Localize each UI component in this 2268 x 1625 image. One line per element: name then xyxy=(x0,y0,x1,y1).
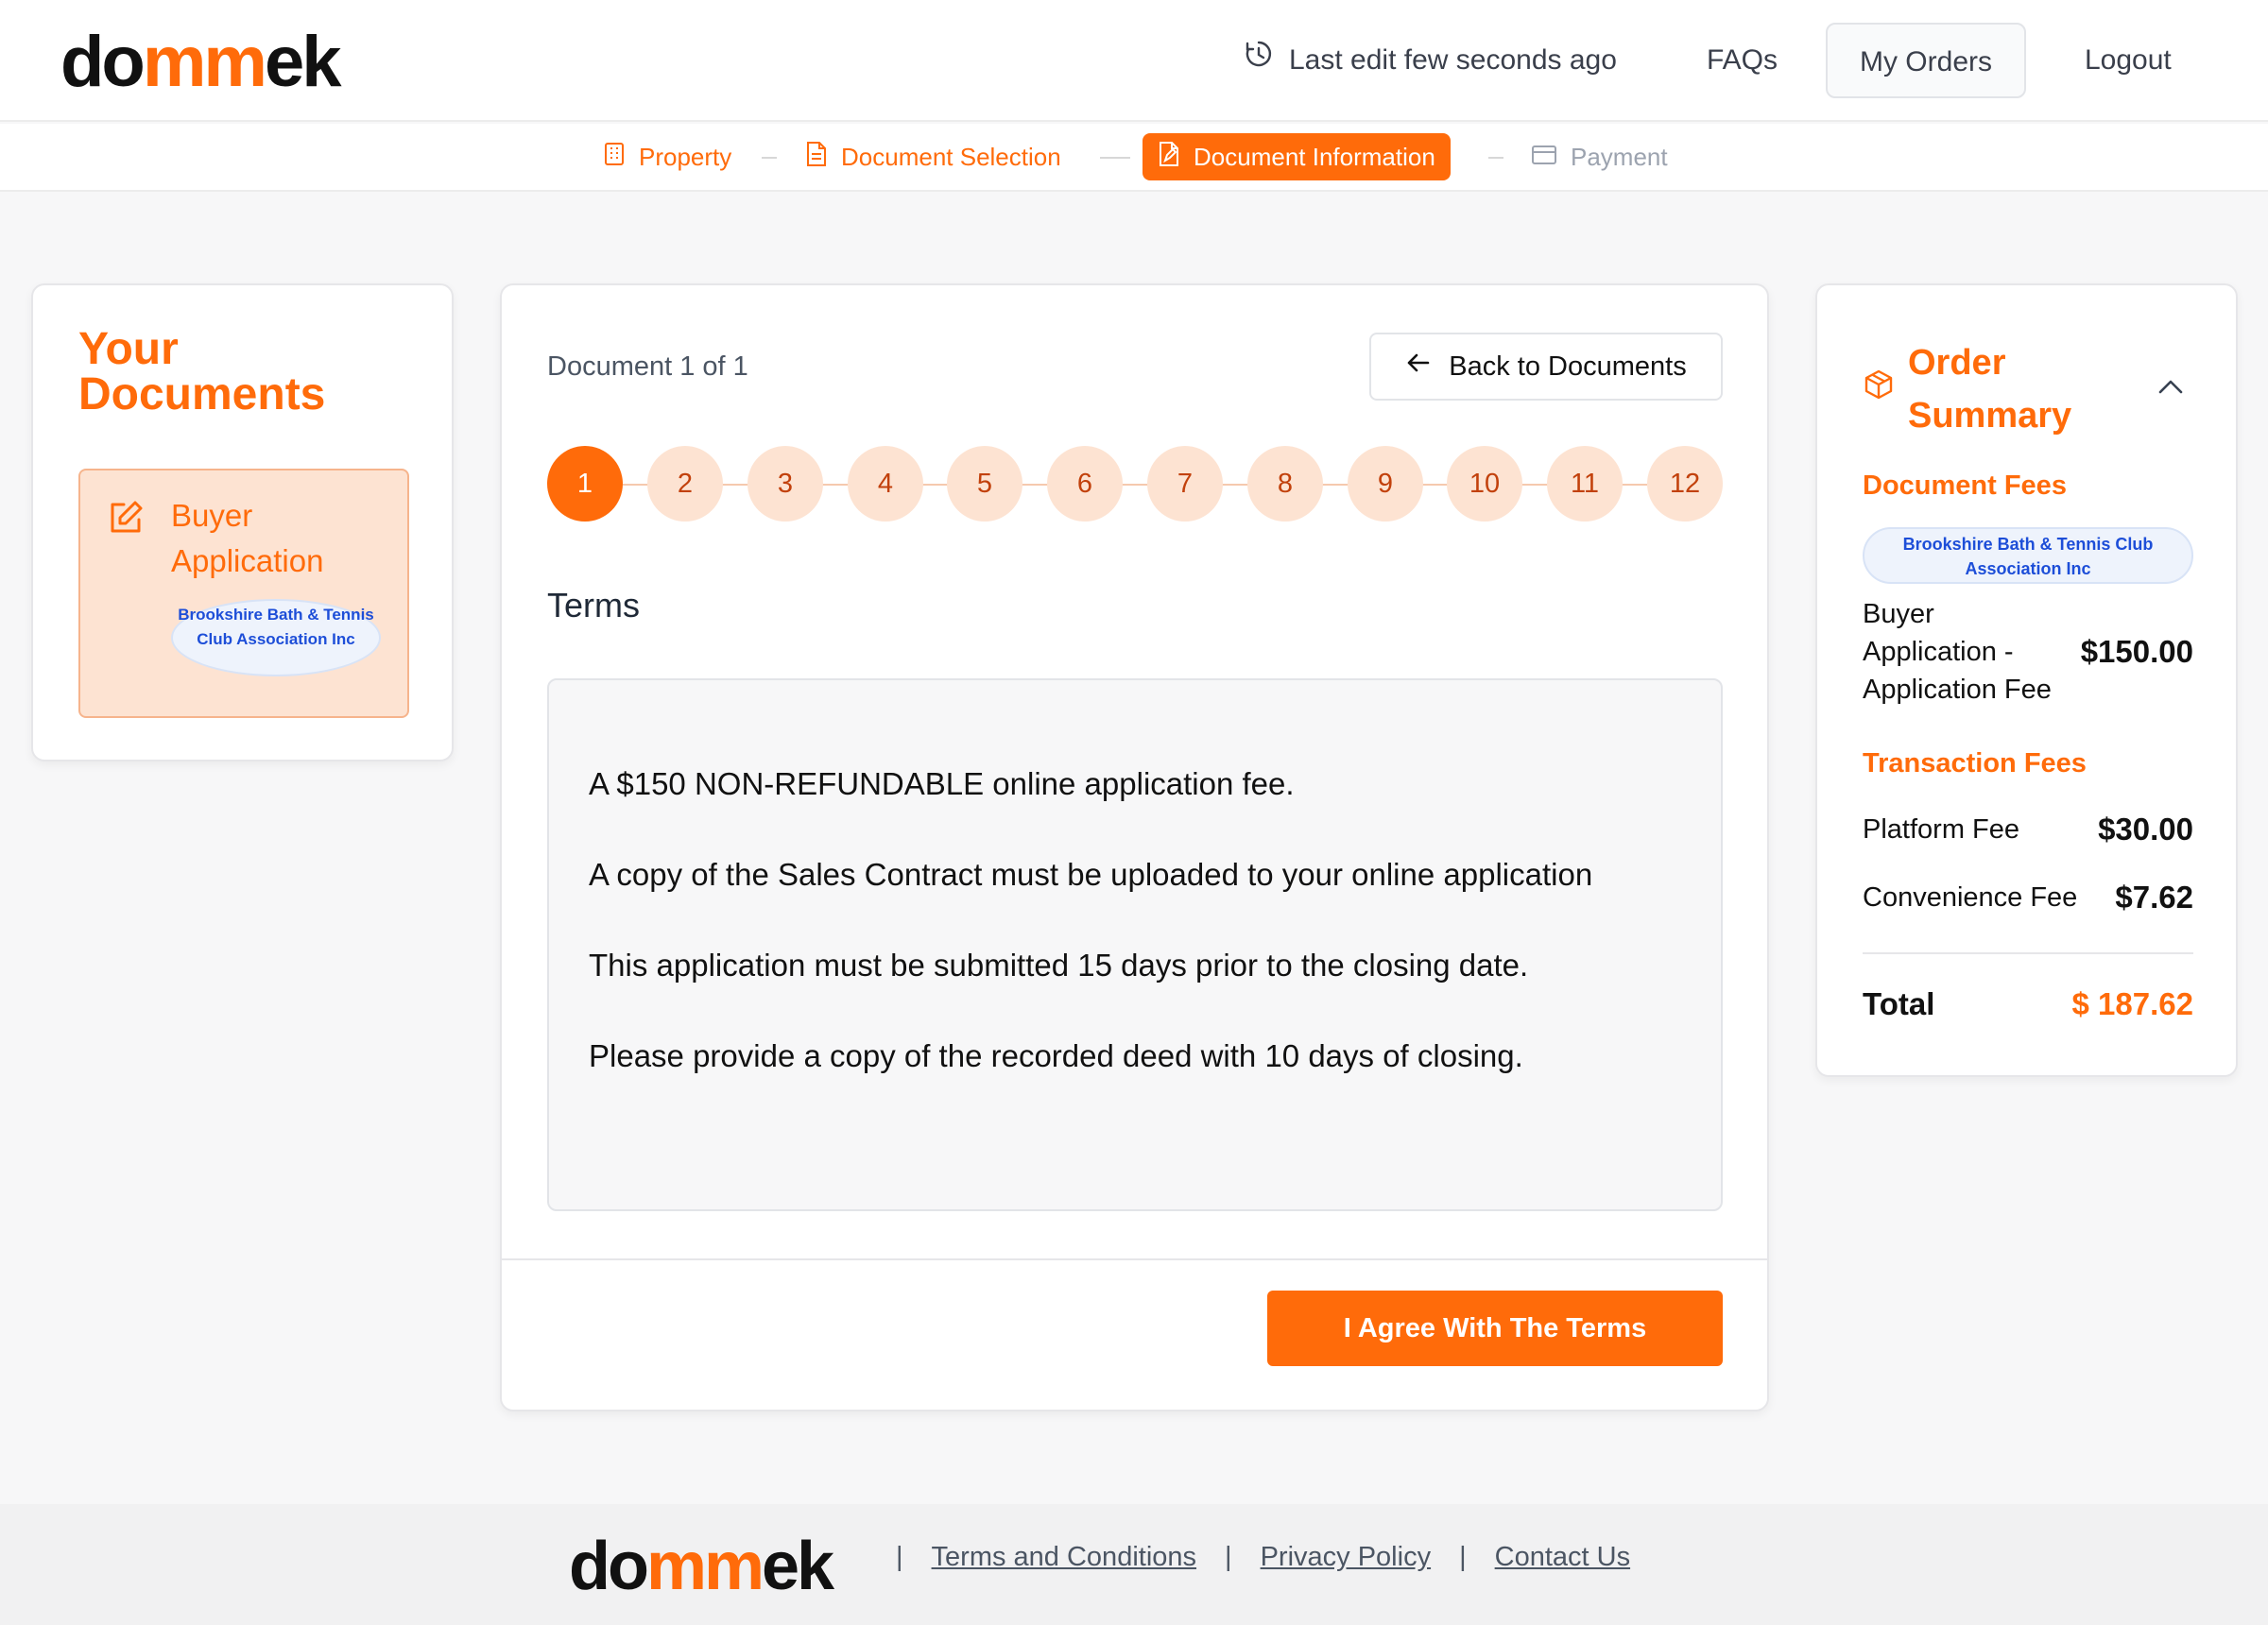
footer-logo[interactable]: dommek xyxy=(569,1532,834,1600)
total-label: Total xyxy=(1863,986,1935,1021)
step-label: Property xyxy=(639,142,732,171)
page-12-button[interactable]: 12 xyxy=(1647,446,1723,522)
page-7-button[interactable]: 7 xyxy=(1147,446,1223,522)
document-icon xyxy=(805,141,828,174)
footer-separator: | xyxy=(1459,1542,1467,1572)
page-2-button[interactable]: 2 xyxy=(647,446,723,522)
document-counter: Document 1 of 1 xyxy=(547,351,748,382)
document-name: Buyer Application xyxy=(171,498,324,578)
page-9-button[interactable]: 9 xyxy=(1348,446,1423,522)
convenience-fee-row: Convenience Fee $7.62 xyxy=(1863,879,2193,916)
step-separator xyxy=(762,157,777,159)
page-6-button[interactable]: 6 xyxy=(1047,446,1123,522)
page-4-button[interactable]: 4 xyxy=(848,446,923,522)
your-documents-panel: Your Documents Buyer Application Brooksh… xyxy=(31,283,454,761)
association-badge: Brookshire Bath & Tennis Club Associatio… xyxy=(1863,527,2193,584)
step-label: Payment xyxy=(1571,142,1668,171)
clock-icon xyxy=(1244,23,1274,98)
arrow-left-icon xyxy=(1405,350,1432,384)
my-orders-button[interactable]: My Orders xyxy=(1826,23,2026,98)
page-10-button[interactable]: 10 xyxy=(1447,446,1522,522)
divider xyxy=(1863,952,2193,954)
terms-paragraph: This application must be submitted 15 da… xyxy=(589,948,1529,983)
page-1-button[interactable]: 1 xyxy=(547,446,623,522)
fee-amount: $30.00 xyxy=(2098,812,2193,847)
step-label: Document Information xyxy=(1194,142,1435,171)
step-document-selection[interactable]: Document Selection xyxy=(790,133,1076,180)
fee-name: Convenience Fee xyxy=(1863,882,2078,913)
terms-paragraph: Please provide a copy of the recorded de… xyxy=(589,1038,1523,1073)
total-row: Total $ 187.62 xyxy=(1863,986,2193,1022)
divider xyxy=(502,1258,1767,1260)
back-button-label: Back to Documents xyxy=(1449,351,1687,382)
association-badge: Brookshire Bath & Tennis Club Associatio… xyxy=(171,599,381,676)
edit-icon xyxy=(107,499,145,541)
page-8-button[interactable]: 8 xyxy=(1247,446,1323,522)
document-edit-icon xyxy=(1158,141,1180,174)
last-edit-status: Last edit few seconds ago xyxy=(1244,23,1617,98)
terms-heading: Terms xyxy=(547,586,640,624)
credit-card-icon xyxy=(1531,143,1557,172)
fee-amount: $150.00 xyxy=(2080,634,2193,669)
chevron-up-icon[interactable] xyxy=(2157,378,2184,400)
document-fee-row: Buyer Application - Application Fee $150… xyxy=(1863,595,2193,709)
step-separator xyxy=(1488,157,1503,159)
page-5-button[interactable]: 5 xyxy=(947,446,1022,522)
brand-logo[interactable]: dommek xyxy=(60,26,342,98)
order-summary-panel: Order Summary Document Fees Brookshire B… xyxy=(1815,283,2238,1077)
page-3-button[interactable]: 3 xyxy=(747,446,823,522)
top-header: dommek Last edit few seconds ago FAQs My… xyxy=(0,0,2268,122)
your-documents-title: Your Documents xyxy=(78,324,326,419)
contact-us-link[interactable]: Contact Us xyxy=(1495,1542,1630,1573)
last-edit-text: Last edit few seconds ago xyxy=(1289,44,1617,76)
order-summary-title: Order Summary xyxy=(1908,343,2072,436)
footer-separator: | xyxy=(1225,1542,1232,1572)
building-icon xyxy=(603,142,626,173)
agree-terms-button[interactable]: I Agree With The Terms xyxy=(1267,1291,1723,1366)
total-amount: $ 187.62 xyxy=(2071,986,2193,1021)
logout-link[interactable]: Logout xyxy=(2085,23,2172,98)
platform-fee-row: Platform Fee $30.00 xyxy=(1863,811,2193,848)
transaction-fees-label: Transaction Fees xyxy=(1863,748,2087,778)
page-11-button[interactable]: 11 xyxy=(1547,446,1623,522)
document-fees-label: Document Fees xyxy=(1863,470,2067,501)
package-icon xyxy=(1863,368,1895,405)
step-document-information[interactable]: Document Information xyxy=(1143,133,1451,180)
fee-name: Platform Fee xyxy=(1863,814,2019,845)
terms-paragraph: A $150 NON-REFUNDABLE online application… xyxy=(589,766,1295,801)
step-separator xyxy=(1100,157,1130,159)
page-pagination: 1 2 3 4 5 6 7 8 9 10 11 12 xyxy=(547,446,1723,522)
privacy-policy-link[interactable]: Privacy Policy xyxy=(1261,1542,1432,1573)
fee-amount: $7.62 xyxy=(2115,880,2193,915)
back-to-documents-button[interactable]: Back to Documents xyxy=(1369,333,1723,401)
terms-content: A $150 NON-REFUNDABLE online application… xyxy=(547,678,1723,1211)
terms-and-conditions-link[interactable]: Terms and Conditions xyxy=(932,1542,1196,1573)
document-item-buyer-application[interactable]: Buyer Application Brookshire Bath & Tenn… xyxy=(78,469,409,718)
footer-separator: | xyxy=(896,1542,903,1572)
footer-links: | Terms and Conditions | Privacy Policy … xyxy=(896,1542,1630,1573)
fee-name: Buyer Application - Application Fee xyxy=(1863,599,2052,705)
step-label: Document Selection xyxy=(841,142,1061,171)
progress-stepper: Property Document Selection Document Inf… xyxy=(0,124,2268,192)
terms-paragraph: A copy of the Sales Contract must be upl… xyxy=(589,857,1593,892)
page-footer: dommek | Terms and Conditions | Privacy … xyxy=(0,1504,2268,1625)
step-property[interactable]: Property xyxy=(588,133,747,180)
document-information-panel: Document 1 of 1 Back to Documents 1 2 3 … xyxy=(500,283,1769,1411)
step-payment[interactable]: Payment xyxy=(1516,133,1683,180)
faqs-link[interactable]: FAQs xyxy=(1707,23,1778,98)
